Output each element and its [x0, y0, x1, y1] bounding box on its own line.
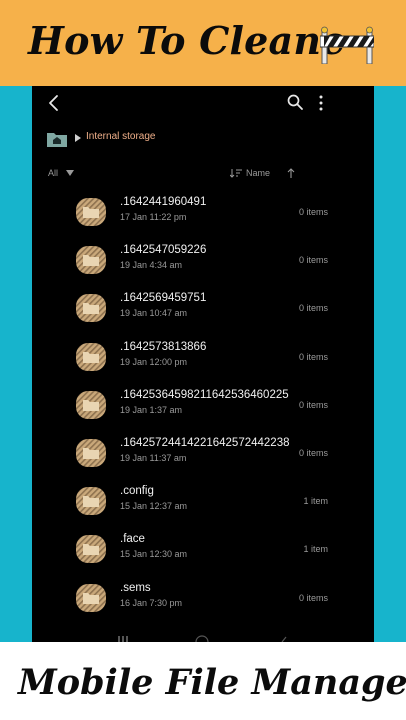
file-row[interactable]: .1642441960491 17 Jan 11:22 pm 0 items: [32, 192, 374, 240]
file-date: 16 Jan 7:30 pm: [120, 597, 183, 608]
sort-by-name-label[interactable]: Name: [246, 168, 270, 178]
file-name: .16425364598211642536460225: [120, 388, 289, 401]
filter-all-label[interactable]: All: [48, 168, 58, 178]
folder-icon: [76, 198, 106, 226]
dropdown-caret-icon[interactable]: [66, 170, 74, 176]
file-date: 19 Jan 12:00 pm: [120, 356, 188, 367]
bottom-banner: Mobile File Manager: [0, 642, 406, 720]
sort-ascending-arrow-icon[interactable]: [286, 167, 296, 178]
folder-icon: [76, 390, 106, 419]
folder-icon: [76, 342, 106, 371]
file-date: 19 Jan 11:37 am: [120, 453, 187, 463]
file-item-count: 0 items: [298, 207, 328, 217]
file-date: 17 Jan 11:22 pm: [120, 212, 187, 222]
more-vertical-icon[interactable]: [316, 94, 326, 112]
back-chevron-icon[interactable]: [46, 94, 62, 112]
file-name: .1642569459751: [120, 292, 207, 305]
file-name: .1642573813866: [120, 340, 207, 353]
file-item-count: 0 items: [298, 399, 328, 410]
file-name: .16425724414221642572442238: [120, 437, 290, 449]
bottom-banner-title: Mobile File Manager: [18, 662, 406, 703]
file-item-count: 0 items: [298, 351, 328, 362]
breadcrumb-arrow-icon: [75, 134, 81, 142]
file-date: 19 Jan 4:34 am: [120, 260, 183, 271]
file-row[interactable]: .1642573813866 19 Jan 12:00 pm 0 items: [32, 337, 374, 385]
file-row[interactable]: .1642547059226 19 Jan 4:34 am 0 items: [32, 240, 374, 288]
file-name: .sems: [120, 581, 151, 594]
file-row[interactable]: .face 15 Jan 12:30 am 1 item: [32, 529, 374, 577]
file-row[interactable]: .16425364598211642536460225 19 Jan 1:37 a…: [32, 385, 374, 433]
home-folder-icon[interactable]: [46, 130, 68, 148]
navigation-bar-hint: [118, 635, 287, 642]
file-row[interactable]: .16425724414221642572442238 19 Jan 11:37 …: [32, 433, 374, 481]
file-name: .config: [120, 485, 154, 498]
file-item-count: 1 item: [303, 544, 328, 555]
top-banner: How To Cleane: [0, 0, 406, 86]
file-name: .face: [120, 533, 145, 546]
folder-icon: [76, 246, 106, 275]
file-item-count: 0 items: [298, 255, 328, 266]
top-banner-title: How To Cleane: [28, 18, 346, 63]
file-item-count: 1 item: [303, 496, 328, 507]
folder-icon: [76, 294, 106, 323]
file-name: .1642441960491: [120, 196, 207, 208]
file-date: 15 Jan 12:37 am: [120, 501, 188, 512]
folder-icon: [76, 535, 106, 564]
file-date: 19 Jan 1:37 am: [120, 404, 183, 415]
file-item-count: 0 items: [298, 303, 328, 314]
file-name: .1642547059226: [120, 244, 207, 257]
search-icon[interactable]: [286, 93, 304, 111]
file-date: 15 Jan 12:30 am: [120, 549, 188, 560]
file-item-count: 0 items: [298, 592, 328, 603]
folder-icon: [76, 487, 106, 516]
breadcrumb-internal-storage[interactable]: Internal storage: [86, 131, 156, 142]
folder-icon: [76, 583, 106, 612]
file-row[interactable]: .sems 16 Jan 7:30 pm 0 items: [32, 578, 374, 626]
file-item-count: 0 items: [298, 448, 328, 458]
folder-icon: [76, 439, 106, 467]
sort-icon[interactable]: [230, 168, 242, 178]
file-row[interactable]: .1642569459751 19 Jan 10:47 am 0 items: [32, 288, 374, 336]
file-row[interactable]: .config 15 Jan 12:37 am 1 item: [32, 481, 374, 529]
file-date: 19 Jan 10:47 am: [120, 308, 188, 319]
road-barrier-icon: [320, 26, 374, 64]
